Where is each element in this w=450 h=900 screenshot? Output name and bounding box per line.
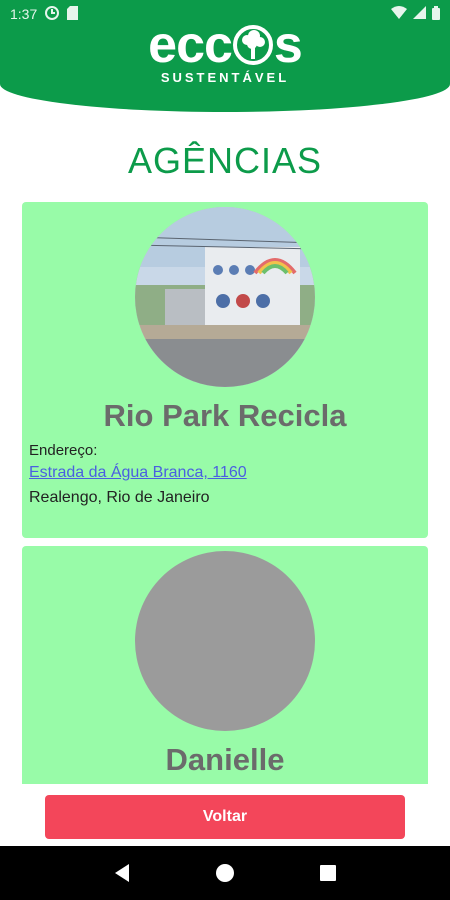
app-header: 1:37 ecc s SUSTENTÁVEL <box>0 0 450 112</box>
address-city: Realengo, Rio de Janeiro <box>29 489 210 506</box>
logo-text-right: s <box>273 16 303 74</box>
page-title: AGÊNCIAS <box>127 140 323 181</box>
recents-square-icon[interactable] <box>316 861 340 885</box>
agency-list[interactable]: Rio Park Recicla Endereço: Estrada da Ág… <box>22 202 428 784</box>
android-nav-bar <box>0 846 450 900</box>
address-label: Endereço: <box>29 442 98 459</box>
back-triangle-icon[interactable] <box>110 861 134 885</box>
agency-name: Rio Park Recicla <box>103 398 347 433</box>
logo-text-left: ecc <box>148 16 233 74</box>
address-link[interactable]: Estrada da Água Branca, 1160 <box>29 464 247 482</box>
agency-name: Danielle <box>165 742 285 777</box>
back-button[interactable]: Voltar <box>45 795 405 839</box>
eccos-logo: ecc s SUSTENTÁVEL <box>0 16 450 85</box>
agency-photo-placeholder <box>135 551 315 731</box>
home-circle-icon[interactable] <box>213 861 237 885</box>
tree-logo-icon <box>232 23 273 67</box>
agency-card[interactable]: Rio Park Recicla Endereço: Estrada da Ág… <box>22 202 428 538</box>
logo-subtitle: SUSTENTÁVEL <box>160 70 290 85</box>
agency-photo <box>135 207 315 387</box>
agency-card[interactable]: Danielle <box>22 546 428 784</box>
